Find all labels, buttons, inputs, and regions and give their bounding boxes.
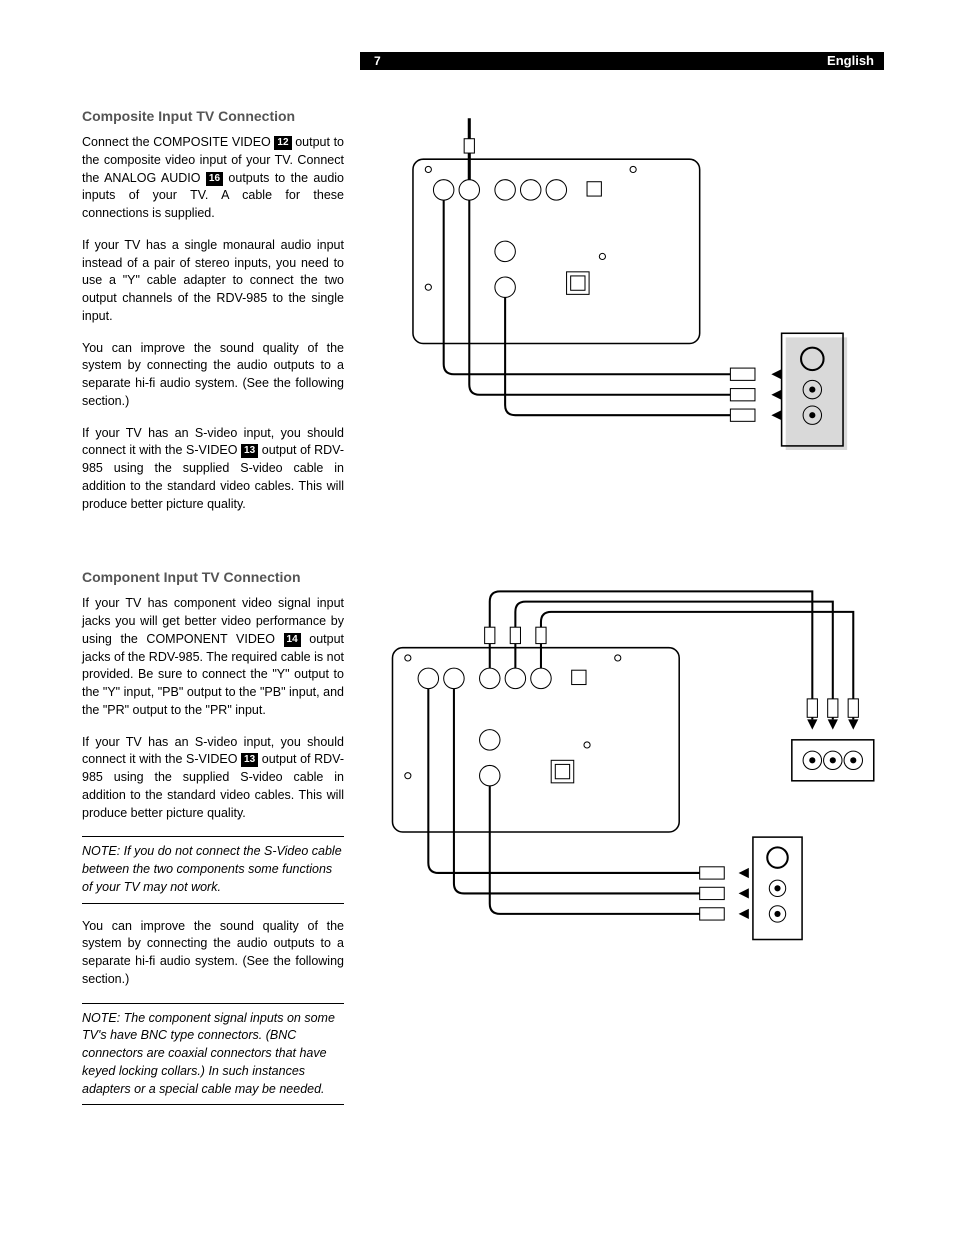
section2-note1: NOTE: If you do not connect the S-Video … bbox=[82, 836, 344, 903]
section2-title: Component Input TV Connection bbox=[82, 569, 344, 585]
header-bar: 7 English bbox=[360, 52, 884, 70]
ref-16: 16 bbox=[206, 172, 223, 186]
section2-p2: If your TV has an S-video input, you sho… bbox=[82, 734, 344, 823]
ref-14: 14 bbox=[284, 633, 301, 647]
composite-connection-diagram bbox=[372, 108, 884, 466]
section1-p3: You can improve the sound quality of the… bbox=[82, 340, 344, 411]
section2-note2: NOTE: The component signal inputs on som… bbox=[82, 1003, 344, 1106]
section2-p3: You can improve the sound quality of the… bbox=[82, 918, 344, 989]
component-connection-diagram bbox=[372, 576, 884, 965]
section1-p2: If your TV has a single monaural audio i… bbox=[82, 237, 344, 326]
wiring-diagram-icon bbox=[372, 576, 884, 965]
text-column: Composite Input TV Connection Connect th… bbox=[82, 108, 344, 1105]
ref-13: 13 bbox=[241, 444, 258, 458]
wiring-diagram-icon bbox=[372, 108, 884, 466]
ref-12: 12 bbox=[274, 136, 291, 150]
ref-13b: 13 bbox=[241, 753, 258, 767]
section1-p1: Connect the COMPOSITE VIDEO 12 output to… bbox=[82, 134, 344, 223]
diagram-column bbox=[372, 108, 884, 1105]
language-label: English bbox=[827, 52, 874, 70]
section1-title: Composite Input TV Connection bbox=[82, 108, 344, 124]
section1-p4: If your TV has an S-video input, you sho… bbox=[82, 425, 344, 514]
page-number: 7 bbox=[374, 52, 381, 70]
section2-p1: If your TV has component video signal in… bbox=[82, 595, 344, 719]
